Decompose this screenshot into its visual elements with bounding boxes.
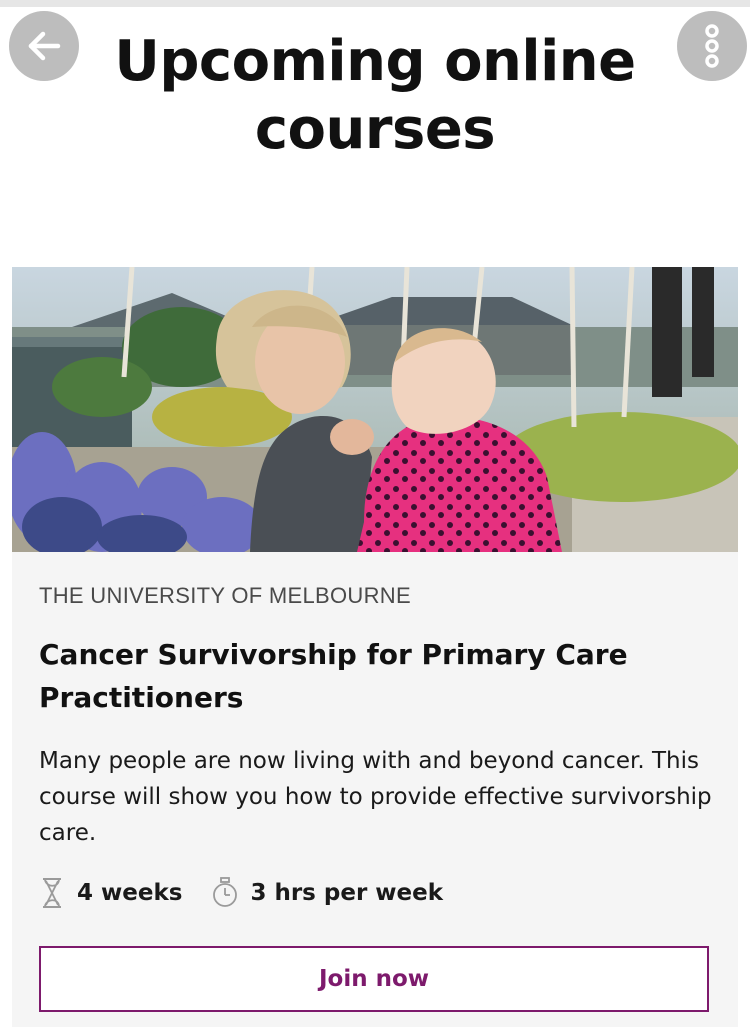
course-provider: THE UNIVERSITY OF MELBOURNE (39, 583, 411, 608)
back-button[interactable] (9, 11, 79, 81)
join-now-button[interactable]: Join now (39, 946, 709, 1012)
course-card[interactable]: THE UNIVERSITY OF MELBOURNE Cancer Survi… (12, 267, 738, 1027)
course-description: Many people are now living with and beyo… (39, 748, 712, 846)
effort-label: 3 hrs per week (250, 880, 444, 906)
page-title: Upcoming online courses (114, 29, 636, 162)
arrow-left-icon (28, 31, 61, 61)
course-meta: 4 weeks 3 hrs per week (39, 873, 473, 913)
top-divider (0, 0, 750, 7)
course-duration: 4 weeks (39, 876, 182, 910)
more-options-icon (705, 24, 719, 68)
course-title[interactable]: Cancer Survivorship for Primary Care Pra… (39, 633, 699, 719)
course-photo[interactable] (12, 267, 738, 552)
hourglass-icon (39, 876, 65, 910)
course-effort: 3 hrs per week (212, 876, 443, 910)
stopwatch-icon (212, 876, 238, 910)
join-now-label: Join now (318, 966, 430, 992)
duration-label: 4 weeks (77, 880, 183, 906)
more-options-button[interactable] (677, 11, 747, 81)
